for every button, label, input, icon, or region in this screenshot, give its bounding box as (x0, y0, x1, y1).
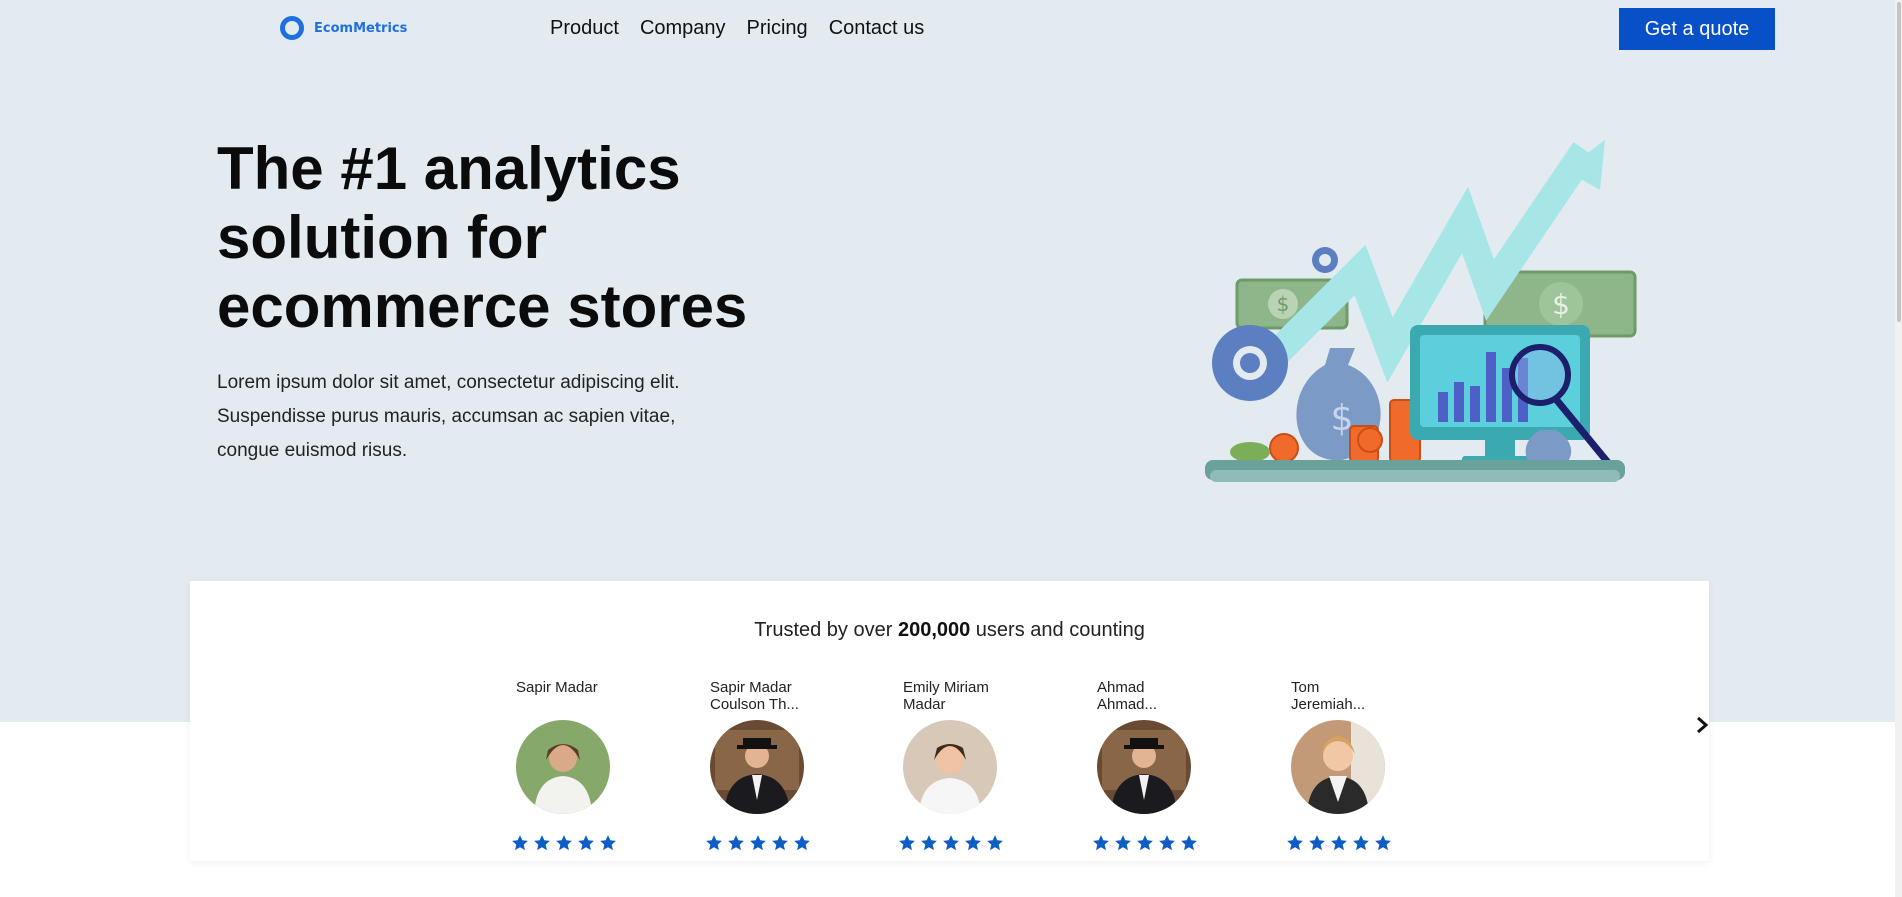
avatar (710, 720, 804, 814)
svg-text:$: $ (1277, 292, 1290, 316)
star-icon (1309, 835, 1325, 851)
avatar (516, 720, 610, 814)
get-quote-button[interactable]: Get a quote (1619, 8, 1775, 50)
star-icon (1093, 835, 1109, 851)
star-icon (578, 835, 594, 851)
star-icon (728, 835, 744, 851)
reviewer-card[interactable]: Sapir Madar (512, 679, 636, 851)
reviewer-card[interactable]: Sapir Madar Coulson Th... (706, 679, 830, 851)
star-icon (600, 835, 616, 851)
star-icon (772, 835, 788, 851)
reviewer-name: Emily Miriam Madar (903, 679, 989, 713)
star-rating (898, 834, 1004, 852)
avatar (1291, 720, 1385, 814)
scrollbar-thumb[interactable] (1897, 2, 1901, 322)
star-icon (943, 835, 959, 851)
star-icon (1181, 835, 1197, 851)
top-navigation: EcomMetrics Product Company Pricing Cont… (0, 0, 1902, 58)
reviewer-name: Tom Jeremiah... (1291, 679, 1366, 713)
star-icon (965, 835, 981, 851)
brand-logo[interactable]: EcomMetrics (280, 16, 407, 40)
nav-link-product[interactable]: Product (550, 17, 619, 40)
chevron-right-icon (1697, 716, 1709, 734)
star-icon (987, 835, 1003, 851)
star-rating (1286, 834, 1392, 852)
brand-name: EcomMetrics (314, 20, 408, 36)
star-icon (1375, 835, 1391, 851)
hero-title-line: solution for (217, 204, 547, 271)
star-rating (705, 834, 811, 852)
reviewer-name: Ahmad Ahmad... (1097, 679, 1158, 713)
star-icon (1331, 835, 1347, 851)
reviewer-name: Sapir Madar (516, 679, 598, 696)
trust-prefix: Trusted by over (754, 619, 898, 641)
reviewer-name: Sapir Madar Coulson Th... (710, 679, 799, 713)
nav-link-pricing[interactable]: Pricing (747, 17, 808, 40)
carousel-next-button[interactable] (1690, 713, 1714, 737)
nav-link-company[interactable]: Company (640, 17, 726, 40)
testimonials-card: Trusted by over 200,000 users and counti… (190, 581, 1709, 861)
star-icon (1287, 835, 1303, 851)
star-icon (794, 835, 810, 851)
nav-link-contact[interactable]: Contact us (829, 17, 925, 40)
hero-subtitle: Lorem ipsum dolor sit amet, consectetur … (217, 372, 680, 461)
nav-links: Product Company Pricing Contact us (550, 17, 924, 40)
logo-ring-icon (280, 16, 304, 40)
analytics-growth-illustration: $ $ $ (1205, 140, 1637, 482)
trust-statement: Trusted by over 200,000 users and counti… (190, 619, 1709, 642)
hero-title-line: ecommerce stores (217, 273, 748, 340)
star-icon (706, 835, 722, 851)
star-icon (921, 835, 937, 851)
star-icon (1137, 835, 1153, 851)
hero-title: The #1 analytics solution for ecommerce … (217, 134, 837, 341)
star-rating (1092, 834, 1198, 852)
star-icon (1115, 835, 1131, 851)
star-icon (750, 835, 766, 851)
avatar (1097, 720, 1191, 814)
trust-suffix: users and counting (970, 619, 1145, 641)
reviewer-card[interactable]: Tom Jeremiah... (1287, 679, 1411, 851)
star-rating (511, 834, 617, 852)
star-icon (512, 835, 528, 851)
user-count: 200,000 (897, 619, 971, 641)
hero-title-line: The #1 analytics (217, 135, 681, 202)
star-icon (534, 835, 550, 851)
avatar (903, 720, 997, 814)
svg-text:$: $ (1552, 288, 1570, 321)
reviewer-card[interactable]: Ahmad Ahmad... (1093, 679, 1217, 851)
star-icon (556, 835, 572, 851)
reviewer-card[interactable]: Emily Miriam Madar (899, 679, 1023, 851)
star-icon (1159, 835, 1175, 851)
star-icon (1353, 835, 1369, 851)
star-icon (899, 835, 915, 851)
